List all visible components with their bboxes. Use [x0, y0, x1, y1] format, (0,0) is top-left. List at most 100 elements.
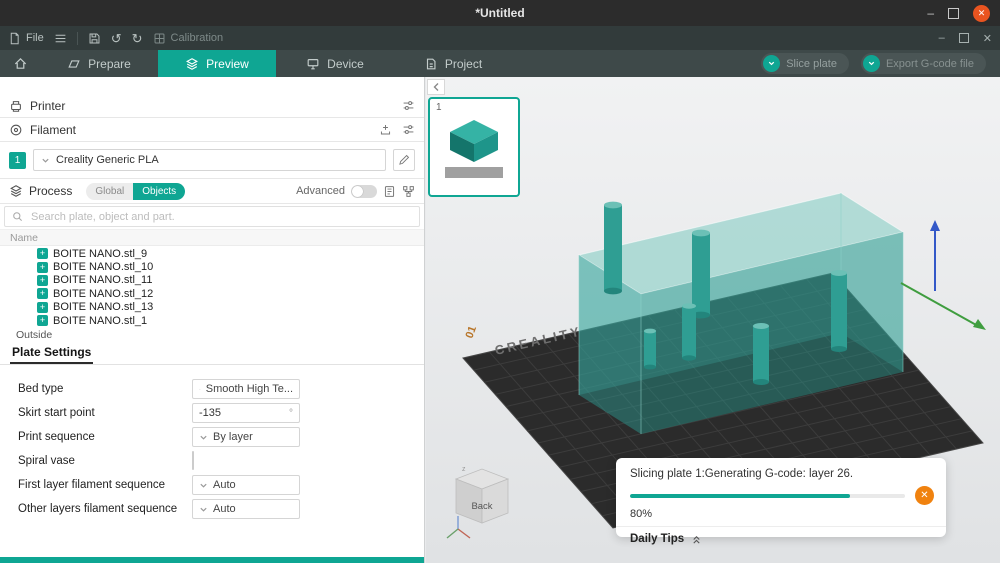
parameter-table-button[interactable]: [383, 185, 396, 198]
tab-preview[interactable]: Preview: [158, 50, 276, 77]
pencil-icon: [398, 154, 410, 166]
cancel-slicing-button[interactable]: ✕: [915, 486, 934, 505]
menubar: File ↺ ↻ Calibration – ✕: [0, 26, 1000, 50]
progress-bar-fill: [630, 494, 850, 498]
filament-select[interactable]: Creality Generic PLA: [33, 149, 386, 171]
scope-objects-button[interactable]: Objects: [133, 183, 185, 200]
slice-options-dropdown[interactable]: [763, 55, 780, 72]
search-input[interactable]: [29, 210, 412, 224]
form-row: Skirt start point °: [0, 401, 424, 425]
file-menu[interactable]: File: [8, 32, 44, 45]
skirt-start-input[interactable]: [199, 407, 269, 419]
device-icon: [306, 57, 320, 71]
calibration-menu[interactable]: Calibration: [153, 32, 224, 45]
nav-actions: Slice plate Export G-code file: [761, 50, 1000, 77]
tree-item[interactable]: +BOITE NANO.stl_1: [0, 314, 424, 327]
tab-prepare[interactable]: Prepare: [40, 50, 158, 77]
window-title: *Untitled: [475, 6, 524, 20]
tree-item[interactable]: +BOITE NANO.stl_12: [0, 287, 424, 300]
search-icon: [12, 211, 23, 222]
chevron-down-icon: [199, 385, 201, 394]
form-row: Bed type Smooth High Te...: [0, 377, 424, 401]
child-minimize-button[interactable]: –: [939, 32, 945, 44]
calibration-icon: [153, 32, 166, 45]
export-gcode-button[interactable]: Export G-code file: [861, 53, 986, 74]
chevron-down-icon: [199, 505, 208, 514]
printer-settings-button[interactable]: [402, 99, 415, 112]
undo-button[interactable]: ↺: [111, 32, 122, 45]
child-close-button[interactable]: ✕: [983, 32, 992, 45]
plate-settings-tab[interactable]: Plate Settings: [10, 345, 93, 364]
print-sequence-select[interactable]: By layer: [192, 427, 300, 447]
titlebar: *Untitled – ✕: [0, 0, 1000, 26]
daily-tips-label: Daily Tips: [630, 533, 684, 545]
slicing-status-text: Slicing plate 1:Generating G-code: layer…: [616, 458, 946, 486]
plate-thumbnail[interactable]: 1: [428, 97, 520, 197]
z-axis-arrowhead: [930, 220, 940, 231]
child-window-controls: – ✕: [939, 32, 992, 45]
close-icon: ✕: [978, 8, 986, 19]
child-restore-button[interactable]: [959, 33, 969, 43]
axis-tripod-icon: [447, 516, 470, 538]
other-layers-sequence-select[interactable]: Auto: [192, 499, 300, 519]
chevron-down-icon: [767, 59, 776, 68]
advanced-toggle[interactable]: [351, 185, 377, 198]
filament-slot-badge: 1: [9, 152, 26, 169]
plate-thumbnail-number: 1: [436, 102, 442, 113]
menubar-separator: [77, 32, 78, 45]
z-axis-label: z: [462, 466, 466, 473]
tree-item[interactable]: +BOITE NANO.stl_13: [0, 301, 424, 314]
viewport: CREALITY 01: [426, 77, 1000, 563]
spiral-vase-checkbox[interactable]: [192, 451, 194, 470]
plate-thumbnail-slab: [445, 167, 503, 178]
orientation-cube[interactable]: Back z: [444, 459, 520, 547]
sliders-icon: [402, 99, 415, 112]
minimize-button[interactable]: –: [927, 6, 934, 20]
plate-number-decal: 01: [464, 324, 479, 340]
close-button[interactable]: ✕: [973, 5, 990, 22]
collapse-panel-button[interactable]: [427, 79, 445, 95]
object-icon: +: [37, 262, 48, 273]
export-options-dropdown[interactable]: [863, 55, 880, 72]
process-icon: [9, 184, 23, 198]
process-tree-button[interactable]: [402, 185, 415, 198]
maximize-button[interactable]: [948, 8, 959, 19]
progress-bar-track: [630, 494, 905, 498]
double-chevron-icon: [691, 534, 702, 545]
search-box[interactable]: [4, 206, 420, 227]
chevron-left-icon: [432, 82, 440, 92]
close-icon: ✕: [920, 490, 928, 501]
object-list-header: Name: [0, 230, 424, 246]
file-icon: [8, 32, 21, 45]
scope-global-button[interactable]: Global: [86, 183, 133, 200]
skirt-start-input-box: °: [192, 403, 300, 423]
tree-item[interactable]: +BOITE NANO.stl_10: [0, 260, 424, 273]
home-tab[interactable]: [0, 50, 40, 77]
progress-percent-text: 80%: [616, 505, 946, 520]
add-filament-button[interactable]: [379, 123, 392, 136]
daily-tips-toggle[interactable]: Daily Tips: [616, 527, 946, 551]
save-button[interactable]: [88, 32, 101, 45]
view-list-button[interactable]: [54, 32, 67, 45]
slice-plate-button[interactable]: Slice plate: [761, 53, 849, 74]
panel-bottom-accent: [0, 557, 424, 563]
object-icon: +: [37, 302, 48, 313]
home-icon: [13, 56, 28, 71]
printer-section-header[interactable]: Printer: [0, 94, 424, 118]
tab-device[interactable]: Device: [276, 50, 394, 77]
process-scope-toggle: Global Objects: [86, 183, 185, 200]
chevron-down-icon: [867, 59, 876, 68]
tree-item[interactable]: +BOITE NANO.stl_9: [0, 247, 424, 260]
object-icon: +: [37, 275, 48, 286]
bed-type-select[interactable]: Smooth High Te...: [192, 379, 300, 399]
spiral-vase-label: Spiral vase: [0, 455, 192, 467]
redo-button[interactable]: ↻: [132, 32, 143, 45]
filament-section-header[interactable]: Filament: [0, 118, 424, 142]
first-layer-sequence-select[interactable]: Auto: [192, 475, 300, 495]
tab-project[interactable]: Project: [394, 50, 512, 77]
form-row: Spiral vase: [0, 449, 424, 473]
tree-item[interactable]: +BOITE NANO.stl_11: [0, 274, 424, 287]
edit-filament-button[interactable]: [393, 149, 415, 171]
outside-group-label[interactable]: Outside: [0, 328, 424, 342]
filament-settings-button[interactable]: [402, 123, 415, 136]
